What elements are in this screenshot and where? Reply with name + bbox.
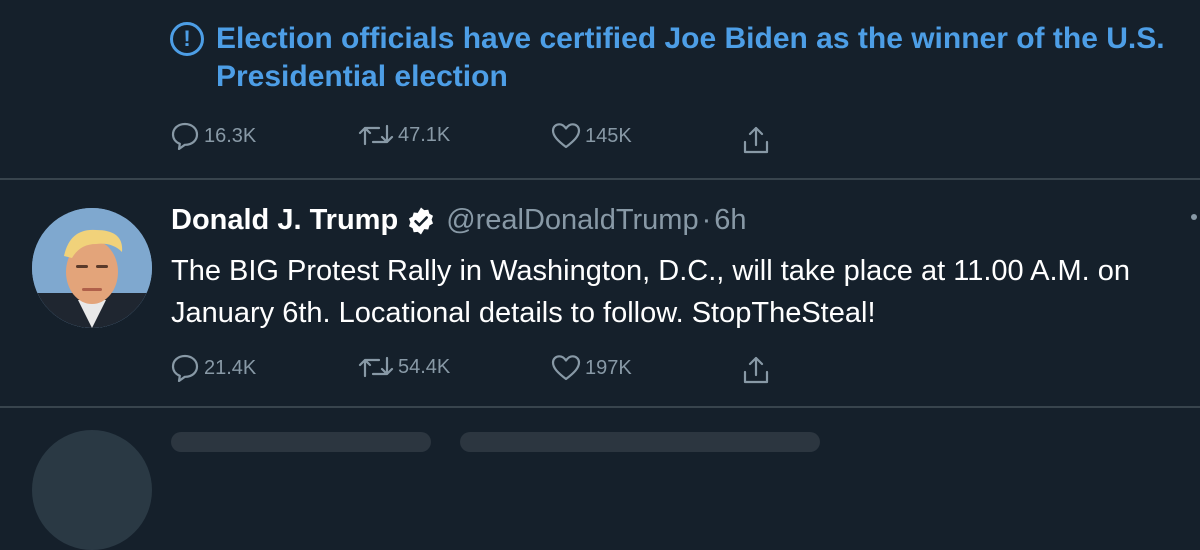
like-button[interactable]: 145K [551,122,632,150]
heart-icon [551,122,581,150]
more-options-icon[interactable] [1191,214,1197,220]
next-tweet-header [171,432,431,452]
next-tweet-handle [460,432,820,452]
info-circle-icon: ! [170,22,204,56]
header-separator: · [701,204,712,236]
retweet-icon [358,122,394,148]
like-count: 145K [585,124,632,147]
reply-button[interactable]: 16.3K [170,122,256,150]
election-notice-label[interactable]: Election officials have certified Joe Bi… [216,20,1176,96]
verified-badge-icon [406,206,436,236]
tweet-text: The BIG Protest Rally in Washington, D.C… [171,255,1131,329]
avatar[interactable] [32,430,152,550]
reply-count: 21.4K [204,356,257,379]
retweet-button[interactable]: 54.4K [358,354,450,380]
tweet-header: Donald J. Trump @realDonaldTrump · 6h [171,204,747,237]
reply-count: 16.3K [204,124,257,147]
retweet-button[interactable]: 47.1K [358,122,450,148]
share-button[interactable] [740,124,772,156]
heart-icon [551,354,581,382]
avatar[interactable] [32,208,152,328]
like-button[interactable]: 197K [551,354,632,382]
reply-button[interactable]: 21.4K [170,354,256,382]
display-name[interactable]: Donald J. Trump [171,204,398,237]
retweet-count: 47.1K [398,123,451,146]
reply-icon [170,354,200,382]
share-icon [740,354,772,386]
tweet-divider [0,178,1200,180]
share-icon [740,124,772,156]
tweet-divider [0,406,1200,408]
user-handle[interactable]: @realDonaldTrump [446,204,698,237]
share-button[interactable] [740,354,772,386]
like-count: 197K [585,356,632,379]
retweet-count: 54.4K [398,355,451,378]
reply-icon [170,122,200,150]
retweet-icon [358,354,394,380]
tweet-timestamp[interactable]: 6h [714,204,746,237]
